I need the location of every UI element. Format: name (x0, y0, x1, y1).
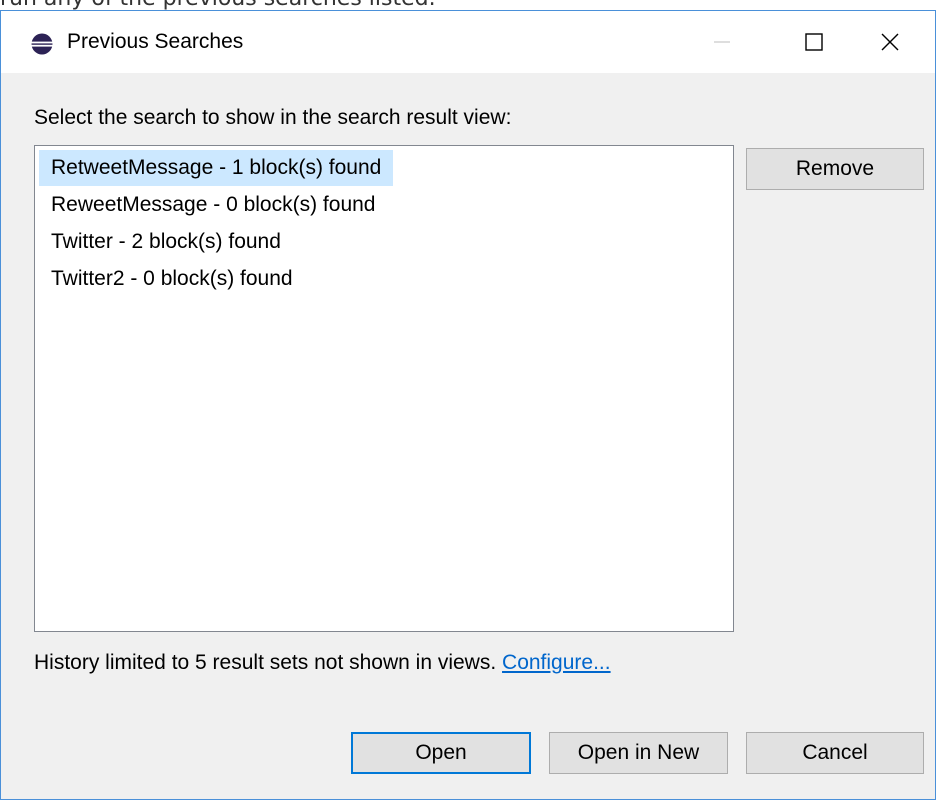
open-button[interactable]: Open (351, 732, 531, 774)
list-item-label: RetweetMessage - 1 block(s) found (51, 156, 382, 179)
list-item[interactable]: RetweetMessage - 1 block(s) found (39, 150, 394, 186)
list-item[interactable]: Twitter - 2 block(s) found (39, 224, 293, 260)
list-item-label: Twitter - 2 block(s) found (51, 230, 281, 253)
close-icon (881, 33, 899, 51)
open-in-new-button[interactable]: Open in New (549, 732, 728, 774)
search-history-list[interactable]: RetweetMessage - 1 block(s) found Reweet… (34, 145, 734, 632)
remove-button[interactable]: Remove (746, 148, 924, 190)
list-item-label: ReweetMessage - 0 block(s) found (51, 193, 376, 216)
dialog-title: Previous Searches (67, 30, 244, 53)
history-limit-note: History limited to 5 result sets not sho… (34, 651, 611, 675)
minimize-button[interactable] (676, 11, 768, 73)
history-limit-text: History limited to 5 result sets not sho… (34, 651, 497, 674)
maximize-icon (805, 33, 823, 51)
close-button[interactable] (844, 11, 936, 73)
list-item-label: Twitter2 - 0 block(s) found (51, 267, 293, 290)
eclipse-icon (31, 33, 53, 55)
previous-searches-dialog: Previous Searches Select the search to s… (0, 10, 936, 800)
title-bar: Previous Searches (1, 11, 935, 73)
cancel-button[interactable]: Cancel (746, 732, 924, 774)
dialog-prompt: Select the search to show in the search … (34, 106, 512, 129)
minimize-icon (714, 41, 730, 43)
list-item[interactable]: ReweetMessage - 0 block(s) found (39, 187, 388, 223)
configure-link[interactable]: Configure... (502, 651, 611, 674)
list-item[interactable]: Twitter2 - 0 block(s) found (39, 261, 305, 297)
